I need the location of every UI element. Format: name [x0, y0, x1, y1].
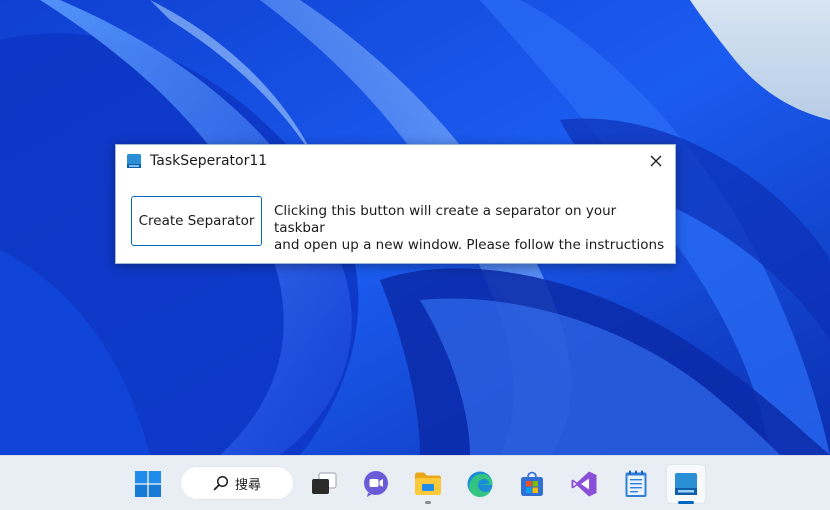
app-icon: [127, 154, 141, 168]
taskbar: 搜尋: [0, 455, 830, 510]
description-line-2: and open up a new window. Please follow …: [274, 237, 665, 253]
title-bar[interactable]: TaskSeperator11: [116, 145, 675, 179]
windows-logo-icon: [135, 471, 161, 497]
microsoft-store-button[interactable]: [512, 464, 552, 504]
window-title: TaskSeperator11: [150, 153, 268, 169]
task-view-icon: [312, 472, 337, 494]
desktop: TaskSeperator11 Create Separator Clickin…: [0, 0, 830, 510]
running-indicator: [425, 501, 431, 504]
notepad-button[interactable]: [616, 464, 656, 504]
start-button[interactable]: [128, 464, 168, 504]
taskseperator-window: TaskSeperator11 Create Separator Clickin…: [115, 144, 676, 264]
store-icon: [521, 471, 543, 496]
taskbar-search[interactable]: 搜尋: [180, 466, 294, 500]
taskseperator-taskbar-button[interactable]: [666, 464, 706, 504]
create-separator-button[interactable]: Create Separator: [131, 196, 262, 246]
chat-icon: [364, 471, 388, 497]
chat-button[interactable]: [356, 464, 396, 504]
close-icon: [650, 155, 662, 167]
active-indicator: [678, 501, 694, 504]
search-icon: [213, 475, 229, 491]
close-button[interactable]: [637, 145, 675, 177]
file-explorer-button[interactable]: [408, 464, 448, 504]
visual-studio-button[interactable]: [564, 464, 604, 504]
app-window-icon: [675, 473, 697, 495]
notepad-icon: [625, 470, 647, 497]
description-text: Clicking this button will create a separ…: [274, 203, 669, 254]
folder-icon: [415, 472, 441, 495]
task-view-button[interactable]: [304, 464, 344, 504]
edge-button[interactable]: [460, 464, 500, 504]
visual-studio-icon: [571, 471, 597, 497]
search-label: 搜尋: [234, 477, 261, 493]
edge-icon: [467, 471, 493, 497]
description-line-1: Clicking this button will create a separ…: [274, 203, 617, 236]
